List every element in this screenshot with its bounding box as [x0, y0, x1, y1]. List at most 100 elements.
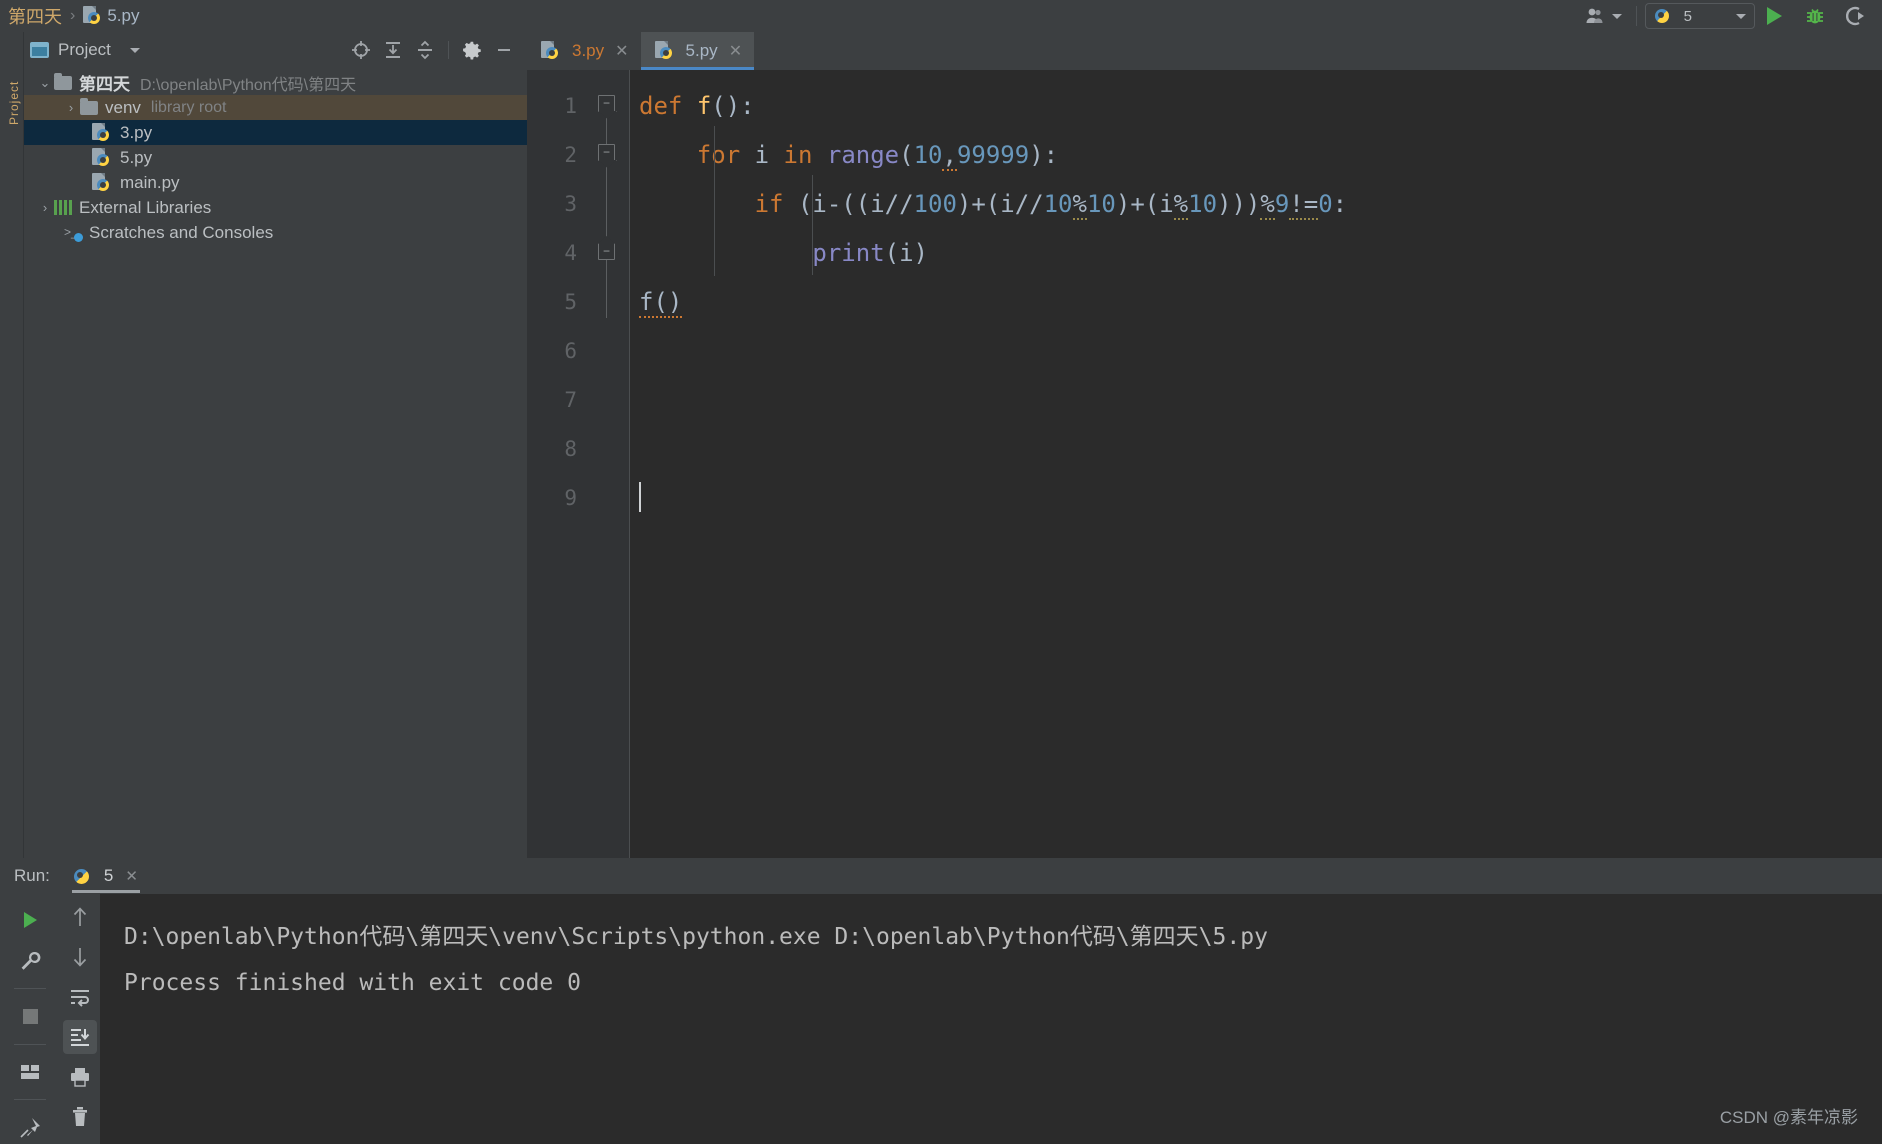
code-line-1: def f(): — [639, 92, 755, 120]
run-panel-header: Run: 5 ✕ — [0, 858, 1882, 894]
tab-5py[interactable]: 5.py ✕ — [640, 32, 755, 70]
scratches-icon: >_ — [64, 225, 83, 242]
fold-region-line — [606, 108, 607, 318]
chevron-down-icon[interactable] — [1736, 13, 1746, 19]
breadcrumb-project[interactable]: 第四天 — [8, 3, 62, 29]
close-icon[interactable]: ✕ — [125, 867, 138, 885]
scroll-up-icon[interactable] — [63, 900, 97, 934]
tree-node-scratches[interactable]: >_ Scratches and Consoles — [24, 220, 527, 245]
tree-node-3py[interactable]: 3.py — [24, 120, 527, 145]
chevron-down-icon[interactable] — [129, 47, 140, 53]
tree-node-path: D:\openlab\Python代码\第四天 — [140, 76, 357, 94]
line-number: 2 — [564, 143, 577, 167]
run-tool-window: Run: 5 ✕ D:\openlab\Python代码\第四天\venv\Sc… — [0, 858, 1882, 1144]
locate-target-icon[interactable] — [350, 39, 372, 61]
tab-3py[interactable]: 3.py ✕ — [527, 32, 641, 70]
text-caret — [639, 482, 641, 512]
run-tab-label: 5 — [103, 866, 114, 885]
project-window-icon — [30, 42, 49, 58]
project-tool-window: Project ⌄ 第四天 D:\openlab\Python代码\第四天 › … — [24, 32, 527, 858]
print-icon[interactable] — [63, 1060, 97, 1094]
project-panel-title[interactable]: Project — [30, 40, 140, 60]
project-panel-label: Project — [58, 40, 111, 59]
folder-icon — [80, 97, 98, 115]
toolbar-divider — [14, 988, 46, 990]
tab-label: 3.py — [572, 41, 605, 60]
python-file-icon — [654, 41, 673, 61]
fold-marker-for[interactable]: − — [598, 144, 615, 161]
tree-node-mainpy[interactable]: main.py — [24, 170, 527, 195]
code-line-3: if (i-((i//100)+(i//10%10)+(i%10)))%9!=0… — [754, 190, 1348, 220]
line-number: 5 — [564, 290, 577, 314]
settings-gear-icon[interactable] — [461, 39, 483, 61]
python-file-icon — [92, 172, 110, 193]
tree-node-detail: library root — [150, 98, 227, 116]
folder-icon — [54, 72, 72, 90]
run-tab-5[interactable]: 5 ✕ — [64, 859, 148, 893]
tree-node-label: 5.py — [120, 147, 153, 167]
python-icon — [1654, 7, 1670, 25]
run-button[interactable] — [1755, 2, 1794, 30]
tree-node-5py[interactable]: 5.py — [24, 145, 527, 170]
scroll-down-icon[interactable] — [63, 940, 97, 974]
scroll-to-end-icon[interactable] — [63, 1020, 97, 1054]
rerun-play-icon[interactable] — [13, 904, 47, 937]
tree-node-label: Scratches and Consoles — [89, 222, 274, 242]
line-number: 3 — [564, 192, 577, 216]
top-toolbar-right: 5 — [1579, 0, 1882, 32]
chevron-right-icon[interactable]: › — [62, 100, 80, 115]
hide-panel-icon[interactable] — [493, 39, 515, 61]
editor-left-border — [629, 70, 630, 858]
toolbar-divider — [14, 1043, 46, 1045]
run-console-output[interactable]: D:\openlab\Python代码\第四天\venv\Scripts\pyt… — [100, 894, 1882, 1144]
stop-icon[interactable] — [13, 1000, 47, 1033]
run-configuration-selector[interactable]: 5 — [1644, 3, 1755, 29]
expand-all-icon[interactable] — [382, 39, 404, 61]
line-number: 7 — [564, 388, 577, 412]
python-file-icon — [541, 41, 559, 61]
chevron-right-icon[interactable]: › — [36, 200, 54, 215]
user-silhouette-icon[interactable] — [1579, 2, 1628, 30]
clear-all-trash-icon[interactable] — [63, 1100, 97, 1134]
fold-marker-end[interactable]: − — [598, 243, 615, 260]
project-strip-label[interactable]: Project — [7, 65, 21, 125]
console-line: D:\openlab\Python代码\第四天\venv\Scripts\pyt… — [124, 924, 1268, 950]
tree-node-external-libraries[interactable]: › External Libraries — [24, 195, 527, 220]
top-navigation-bar: 第四天 › 5.py 5 — [0, 0, 1882, 32]
tree-node-project-root[interactable]: ⌄ 第四天 D:\openlab\Python代码\第四天 — [24, 70, 527, 95]
chevron-down-icon[interactable]: ⌄ — [36, 75, 54, 91]
editor-scrollbar[interactable] — [1868, 70, 1882, 858]
soft-wrap-icon[interactable] — [63, 980, 97, 1014]
fold-marker-def[interactable]: − — [598, 95, 615, 112]
code-text[interactable]: def f(): for i in range(10,99999): if (i… — [629, 70, 1882, 858]
editor-tab-bar: 3.py ✕ 5.py ✕ — [527, 32, 1882, 70]
run-configuration-name: 5 — [1683, 7, 1692, 25]
code-folding-gutter: − − − — [587, 70, 629, 858]
pin-tab-icon[interactable] — [13, 1111, 47, 1144]
debug-button[interactable] — [1794, 2, 1836, 30]
coverage-button[interactable] — [1836, 2, 1876, 30]
python-icon — [73, 867, 90, 885]
code-editor[interactable]: 1 2 3 4 5 6 7 8 9 − − − def f(): for i i… — [527, 70, 1882, 858]
project-tree: ⌄ 第四天 D:\openlab\Python代码\第四天 › venv lib… — [24, 68, 527, 245]
close-icon[interactable]: ✕ — [729, 41, 742, 61]
editor-area: 3.py ✕ 5.py ✕ 1 2 3 4 5 6 7 8 9 − − − de… — [527, 32, 1882, 858]
line-number: 8 — [564, 437, 577, 461]
breadcrumb: 第四天 › 5.py — [6, 3, 139, 29]
run-console-toolbar — [60, 894, 100, 1144]
tab-label: 5.py — [685, 41, 718, 60]
close-icon[interactable]: ✕ — [615, 41, 628, 61]
indent-guide — [812, 175, 813, 275]
layout-settings-icon[interactable] — [13, 1056, 47, 1089]
tree-node-label: main.py — [120, 172, 180, 192]
edit-configurations-wrench-icon[interactable] — [13, 945, 47, 978]
tree-node-venv[interactable]: › venv library root — [24, 95, 527, 120]
external-libraries-icon — [54, 200, 72, 215]
console-line: Process finished with exit code 0 — [124, 970, 581, 996]
code-line-2: for i in range(10,99999): — [696, 141, 1059, 171]
breadcrumb-file[interactable]: 5.py — [107, 6, 139, 26]
collapse-all-icon[interactable] — [414, 39, 436, 61]
line-number-gutter: 1 2 3 4 5 6 7 8 9 — [527, 70, 587, 858]
